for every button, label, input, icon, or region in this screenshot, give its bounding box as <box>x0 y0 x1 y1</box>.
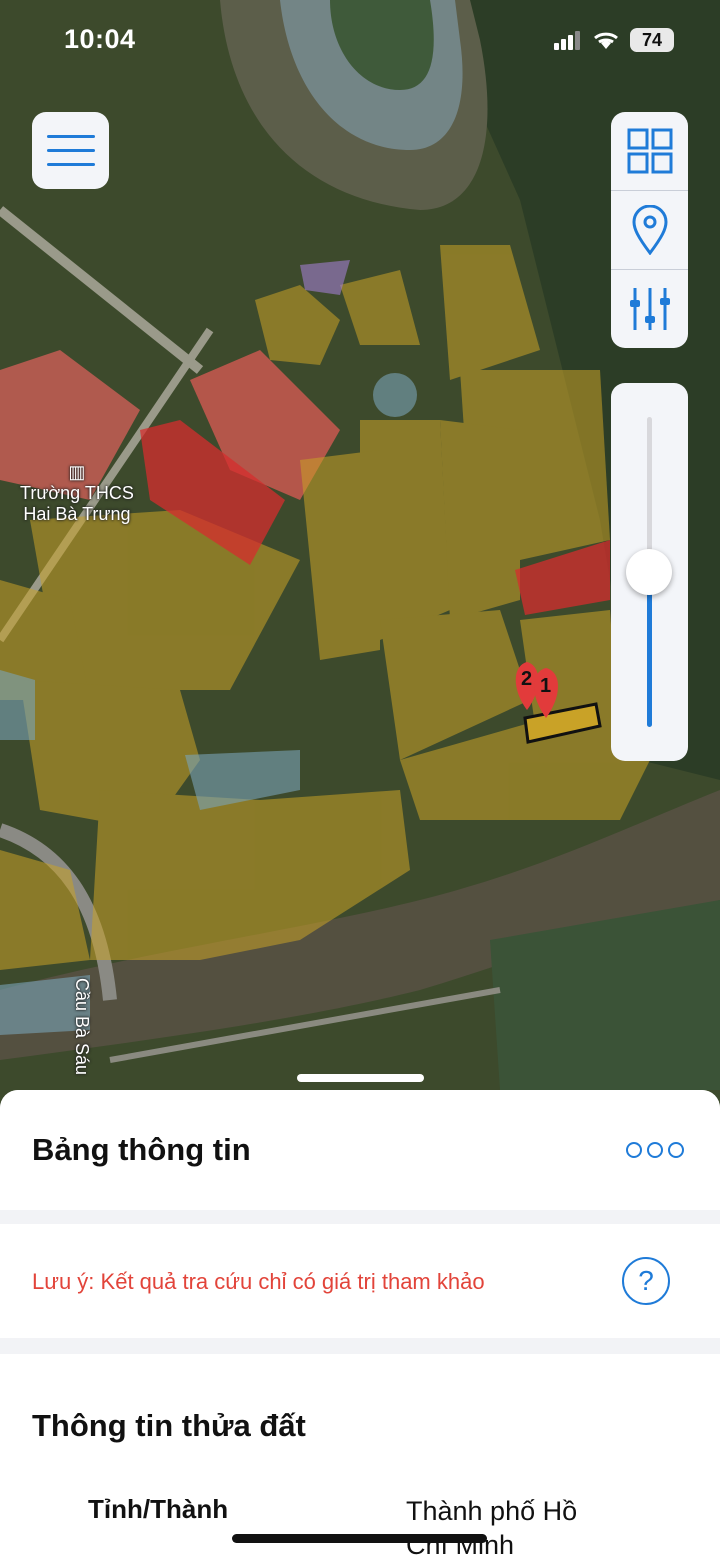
grid-layers-icon <box>627 128 672 174</box>
svg-text:1: 1 <box>540 675 551 697</box>
location-button[interactable] <box>611 191 688 270</box>
parcel-info-card: Thông tin thửa đất Tỉnh/Thành Thành phố … <box>0 1354 720 1557</box>
section-title: Thông tin thửa đất <box>32 1408 306 1443</box>
wifi-icon <box>594 32 618 49</box>
school-label: ▥ Trường THCS Hai Bà Trưng <box>20 462 134 525</box>
disclaimer-text: Lưu ý: Kết quả tra cứu chỉ có giá trị th… <box>32 1269 485 1294</box>
road-label: Cầu Bà Sáu <box>72 978 92 1076</box>
more-options-button[interactable] <box>626 1142 684 1158</box>
svg-text:2: 2 <box>521 668 532 690</box>
sheet-header: Bảng thông tin <box>0 1090 720 1210</box>
status-bar: 10:04 74 <box>0 0 720 80</box>
status-time: 10:04 <box>64 24 136 54</box>
location-pin-icon <box>631 205 668 255</box>
battery-indicator: 74 <box>630 28 674 52</box>
sheet-title: Bảng thông tin <box>32 1132 251 1167</box>
school-name: Trường THCS Hai Bà Trưng <box>20 483 134 524</box>
filter-button[interactable] <box>611 270 688 348</box>
more-dots-icon <box>626 1142 642 1158</box>
province-value: Thành phố Hồ Chí Minh <box>406 1496 578 1557</box>
province-label: Tỉnh/Thành <box>88 1494 229 1524</box>
layers-button[interactable] <box>611 112 688 191</box>
info-sheet: Bảng thông tin Lưu ý: Kết quả tra cứu ch… <box>0 1090 720 1557</box>
zoom-fill <box>647 572 652 727</box>
home-indicator[interactable] <box>232 1534 487 1543</box>
hamburger-icon <box>46 135 95 138</box>
zoom-slider[interactable] <box>611 383 688 761</box>
help-button[interactable]: ? <box>622 1257 670 1305</box>
menu-button[interactable] <box>32 112 109 189</box>
sheet-grabber[interactable] <box>297 1074 424 1082</box>
map-tools-panel <box>611 112 688 348</box>
zoom-handle[interactable] <box>626 549 672 595</box>
disclaimer-card: Lưu ý: Kết quả tra cứu chỉ có giá trị th… <box>0 1224 720 1338</box>
sliders-icon <box>629 288 670 330</box>
school-icon: ▥ <box>68 462 86 482</box>
signal-icon <box>554 31 580 50</box>
